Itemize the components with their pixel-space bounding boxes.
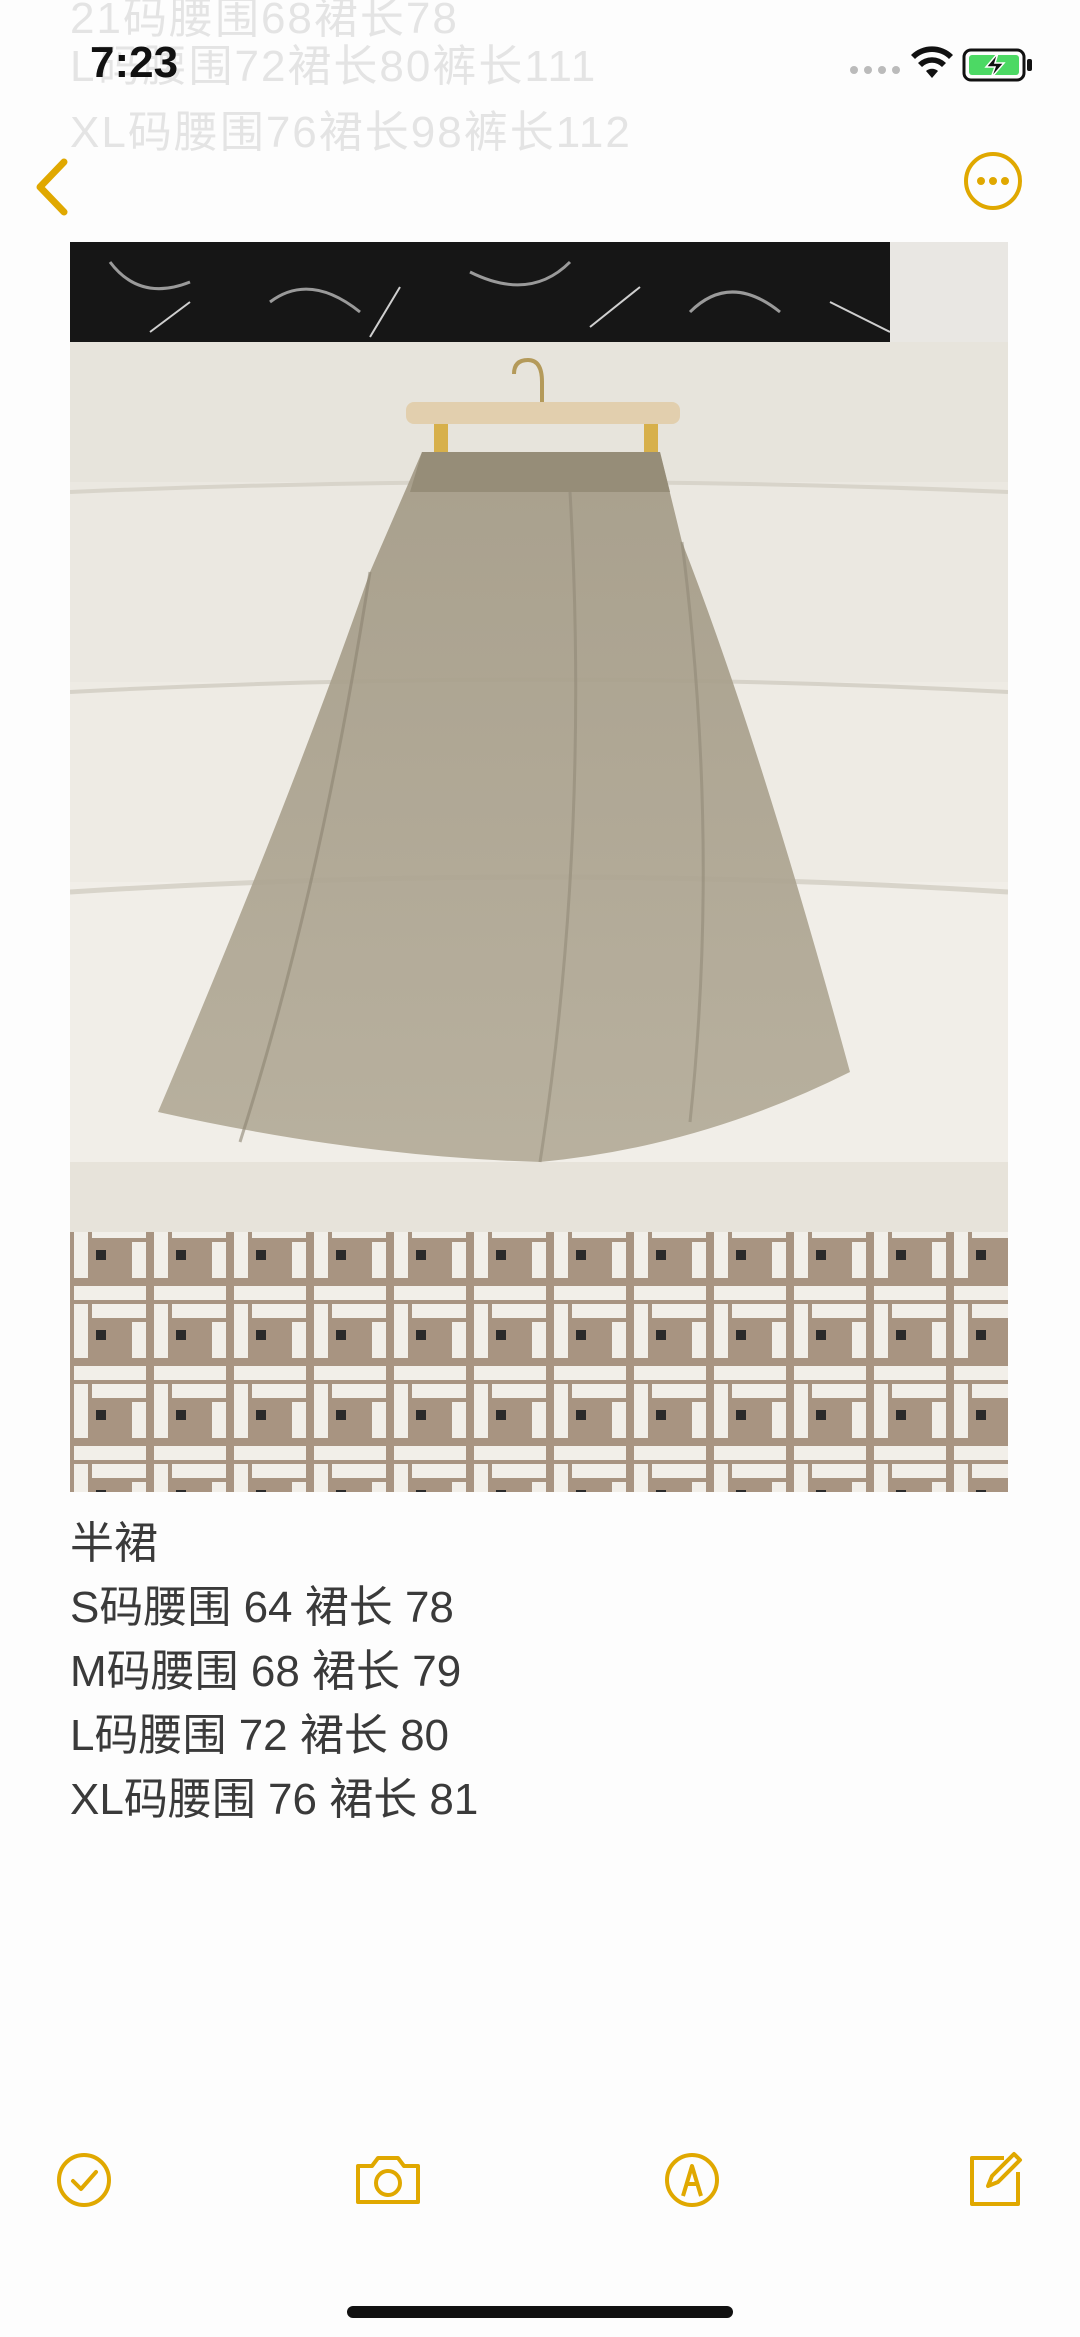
checklist-icon (57, 2153, 111, 2207)
bottom-toolbar (0, 2150, 1080, 2230)
chevron-left-icon (36, 158, 68, 216)
battery-charging-icon (962, 48, 1032, 82)
note-title-line: 半裙 (70, 1519, 158, 1568)
ellipsis-circle-icon (964, 152, 1022, 210)
size-line-l: L码腰围 72 裙长 80 (70, 1711, 450, 1760)
wifi-icon (911, 46, 953, 78)
back-button[interactable] (24, 152, 84, 222)
size-line-xl: XL码腰围 76 裙长 81 (70, 1775, 479, 1824)
checklist-button[interactable] (54, 2150, 114, 2215)
ghost-text-line: XL码腰围76裙长98裤长112 (70, 108, 632, 157)
cellular-signal-icon (850, 66, 900, 74)
skirt-photo (70, 242, 1008, 1492)
compose-button[interactable] (964, 2150, 1024, 2215)
home-indicator[interactable] (347, 2306, 733, 2318)
size-line-s: S码腰围 64 裙长 78 (70, 1583, 454, 1632)
status-bar: 21码腰围68裙长78 L码腰围72裙长80裤长111 XL码腰围76裙长98裤… (0, 0, 1080, 157)
compose-icon (970, 2152, 1022, 2206)
note-body[interactable]: 半裙 S码腰围 64 裙长 78 M码腰围 68 裙长 79 L码腰围 72 裙… (70, 1512, 1008, 1832)
status-time: 7:23 (90, 38, 179, 87)
note-photo[interactable] (70, 242, 1008, 1492)
markup-icon (665, 2153, 719, 2207)
camera-button[interactable] (352, 2150, 424, 2215)
size-line-m: M码腰围 68 裙长 79 (70, 1647, 462, 1696)
camera-icon (356, 2156, 420, 2204)
markup-button[interactable] (662, 2150, 722, 2215)
more-options-button[interactable] (962, 150, 1024, 212)
